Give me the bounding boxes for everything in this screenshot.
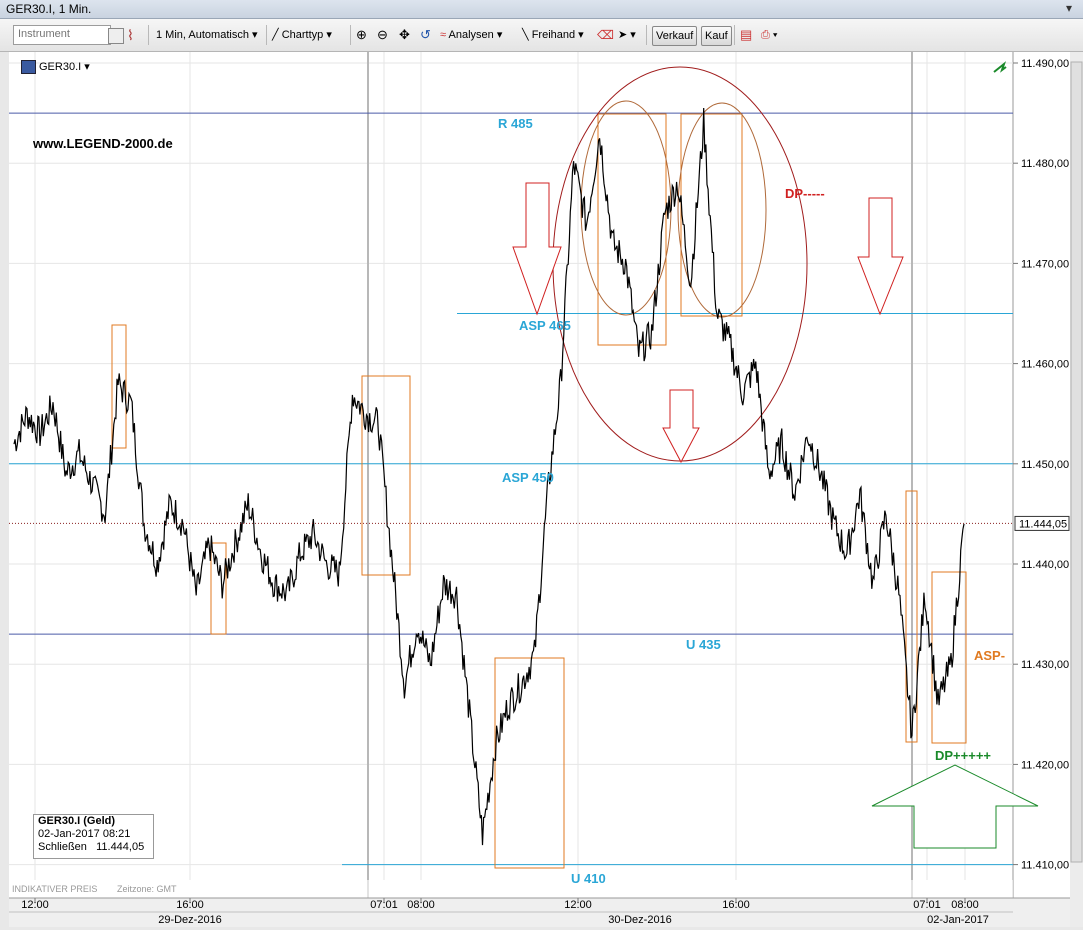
date-label: 30-Dez-2016 — [608, 914, 672, 926]
eraser-icon[interactable]: ⌫ — [597, 26, 614, 44]
label-asp465: ASP 465 — [519, 318, 571, 333]
footer-price-note: INDIKATIVER PREIS — [12, 884, 97, 894]
interval-label: 1 Min, Automatisch — [156, 29, 249, 41]
info-close: Schließen 11.444,05 — [34, 841, 153, 854]
window-title: GER30.I, 1 Min. — [6, 2, 92, 16]
y-tick-label: 11.410,00 — [1021, 860, 1069, 872]
x-tick-label: 12:00 — [564, 899, 592, 911]
label-dp-plus: DP+++++ — [935, 748, 992, 763]
symbol-selector[interactable]: GER30.I ▾ — [39, 60, 90, 73]
symbol-flag-icon — [21, 60, 36, 74]
y-tick-label: 11.490,00 — [1021, 58, 1069, 70]
info-close-value: 11.444,05 — [96, 841, 145, 853]
last-price-label: 11.444,05 — [1019, 518, 1067, 530]
print-dropdown[interactable]: ⎙ ▾ — [761, 26, 778, 44]
label-asp450: ASP 450 — [502, 470, 554, 485]
y-tick-label: 11.430,00 — [1021, 659, 1069, 671]
website-label: www.LEGEND-2000.de — [33, 136, 173, 151]
cursor-icon: ➤ — [618, 29, 628, 41]
reset-icon[interactable]: ↺ — [420, 26, 431, 44]
chart-area[interactable]: 11.490,00 11.480,00 11.470,00 11.460,00 11.4… — [0, 52, 1083, 927]
label-u435: U 435 — [686, 637, 721, 652]
x-tick-label: 12:00 — [21, 899, 49, 911]
cursor-dropdown[interactable]: ➤ ▾ — [618, 26, 636, 44]
instrument-lookup-icon[interactable] — [108, 28, 124, 44]
kauf-button[interactable]: Kauf — [701, 26, 732, 46]
x-tick-label: 07:01 — [913, 899, 941, 911]
window-menu-icon[interactable]: ▾ — [1061, 1, 1077, 16]
analysen-dropdown[interactable]: ≈ Analysen ▾ — [440, 26, 502, 44]
x-tick-label: 16:00 — [722, 899, 750, 911]
compare-icon[interactable]: ⌇ — [127, 26, 134, 44]
x-tick-label: 08:00 — [951, 899, 979, 911]
pan-icon[interactable]: ✥ — [399, 26, 410, 44]
label-r485: R 485 — [498, 116, 533, 131]
info-name: GER30.I (Geld) — [38, 815, 116, 827]
print-icon: ⎙ — [761, 29, 770, 41]
y-tick-label: 11.470,00 — [1021, 258, 1069, 270]
analysen-label: Analysen — [448, 29, 494, 41]
interval-dropdown[interactable]: 1 Min, Automatisch ▾ — [156, 26, 258, 44]
price-chart[interactable]: 11.490,00 11.480,00 11.470,00 11.460,00 11.4… — [0, 52, 1083, 927]
symbol-label: GER30.I — [39, 61, 82, 73]
chart-settings-icon[interactable]: ▤ — [740, 26, 752, 44]
instrument-field[interactable] — [13, 25, 111, 45]
title-bar: GER30.I, 1 Min. ▾ — [0, 0, 1083, 19]
zoom-out-icon[interactable]: ⊖ — [377, 26, 388, 44]
zoom-in-icon[interactable]: ⊕ — [356, 26, 367, 44]
info-close-label: Schließen — [38, 841, 87, 853]
date-label: 29-Dez-2016 — [158, 914, 222, 926]
line-draw-icon: ╲ — [522, 29, 529, 41]
toolbar: ⌇ 1 Min, Automatisch ▾ ╱ Charttyp ▾ ⊕ ⊖ … — [0, 19, 1083, 52]
y-tick-label: 11.450,00 — [1021, 459, 1069, 471]
x-tick-label: 16:00 — [176, 899, 204, 911]
instrument-input[interactable] — [14, 26, 108, 42]
x-tick-label: 08:00 — [407, 899, 435, 911]
y-tick-label: 11.440,00 — [1021, 559, 1069, 571]
freihand-dropdown[interactable]: ╲ Freihand ▾ — [522, 26, 584, 44]
charttyp-dropdown[interactable]: ╱ Charttyp ▾ — [272, 26, 332, 44]
analysen-icon: ≈ — [440, 29, 447, 41]
label-u410: U 410 — [571, 871, 606, 886]
label-dp-minus: DP----- — [785, 186, 825, 201]
footer-timezone: Zeitzone: GMT — [117, 884, 177, 894]
date-label: 02-Jan-2017 — [927, 914, 989, 926]
scrollbar-thumb[interactable] — [1070, 61, 1083, 863]
verkauf-button[interactable]: Verkauf — [652, 26, 698, 46]
freihand-label: Freihand — [531, 29, 576, 41]
label-asp-minus: ASP- — [974, 648, 1006, 663]
info-box: GER30.I (Geld) 02-Jan-2017 08:21 Schließ… — [33, 814, 154, 859]
y-tick-label: 11.420,00 — [1021, 759, 1069, 771]
info-datetime: 02-Jan-2017 08:21 — [38, 828, 131, 840]
y-tick-label: 11.460,00 — [1021, 359, 1069, 371]
x-tick-label: 07:01 — [370, 899, 398, 911]
line-chart-icon: ╱ — [272, 29, 279, 41]
y-tick-label: 11.480,00 — [1021, 158, 1069, 170]
charttyp-label: Charttyp — [281, 29, 324, 41]
